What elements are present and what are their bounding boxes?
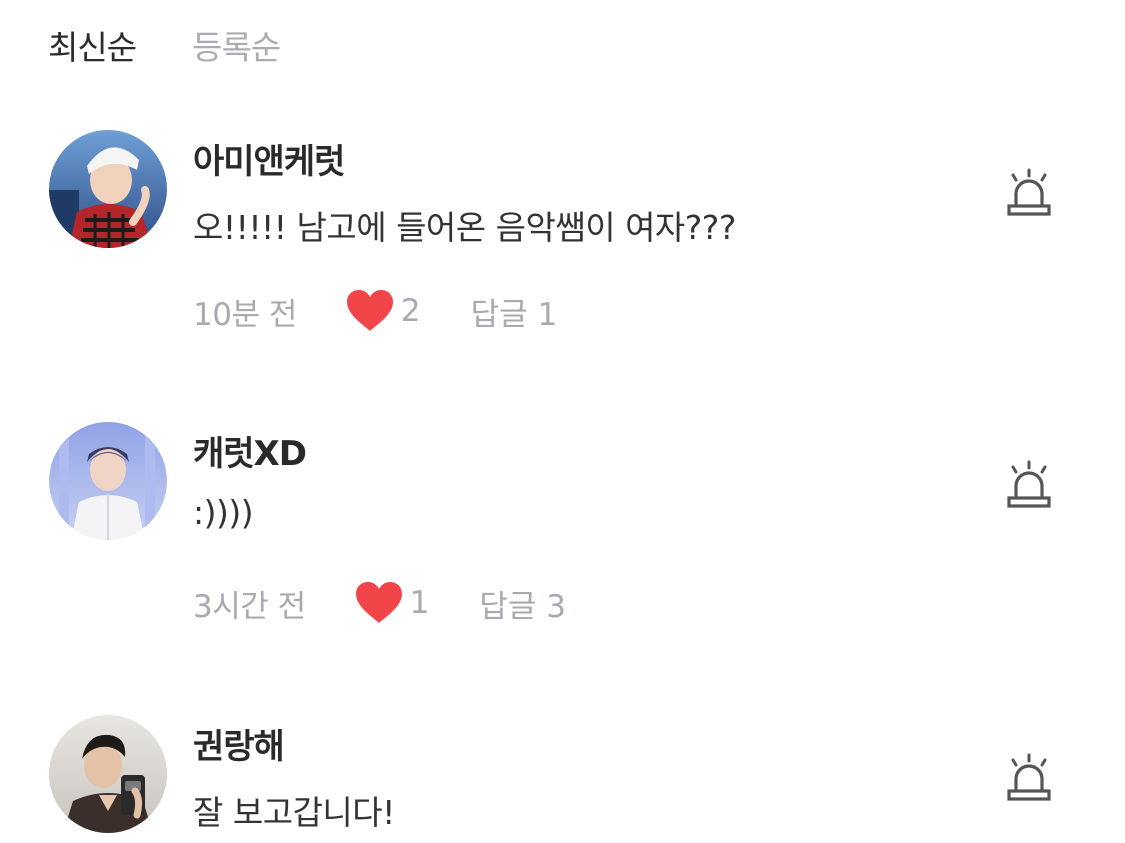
comment-author[interactable]: 캐럿XD [193,426,307,475]
comment-text: 잘 보고갑니다! [193,793,395,832]
avatar-image [49,422,167,540]
reply-link[interactable]: 답글 3 [479,581,566,626]
like-button[interactable]: 2 [345,289,421,333]
report-button[interactable] [1004,753,1054,803]
comment-meta: 10분 전 2 답글 1 [193,288,557,334]
avatar-image [49,715,167,833]
comment-item: 캐럿XD :)))) 3시간 전 1 답글 3 [0,422,1125,672]
heart-icon [355,582,402,623]
report-button[interactable] [1004,460,1054,510]
avatar[interactable] [49,130,167,248]
siren-icon [1007,460,1051,508]
comment-item: 아미앤케럿 오!!!!! 남고에 들어온 음악쌤이 여자??? 10분 전 2 … [0,130,1125,380]
comment-time: 3시간 전 [193,588,306,625]
comment-author[interactable]: 권랑해 [193,719,285,768]
comment-time: 10분 전 [193,296,297,333]
sort-tab-latest[interactable]: 최신순 [48,21,137,69]
like-count: 1 [409,585,430,621]
like-count: 2 [400,293,421,329]
sort-tabs: 최신순 등록순 [48,20,281,70]
comment-item: 권랑해 잘 보고갑니다! [0,715,1125,843]
comment-meta: 3시간 전 1 답글 3 [193,580,566,626]
reply-link[interactable]: 답글 1 [471,289,558,334]
comment-text: :)))) [193,493,254,532]
heart-icon [346,290,393,331]
report-button[interactable] [1004,168,1054,218]
like-button[interactable]: 1 [354,581,430,625]
sort-tab-registered[interactable]: 등록순 [192,21,281,69]
avatar[interactable] [49,422,167,540]
siren-icon [1007,168,1051,216]
avatar[interactable] [49,715,167,833]
siren-icon [1007,753,1051,801]
avatar-image [49,130,167,248]
comment-author[interactable]: 아미앤케럿 [193,134,345,183]
comment-text: 오!!!!! 남고에 들어온 음악쌤이 여자??? [193,208,736,247]
